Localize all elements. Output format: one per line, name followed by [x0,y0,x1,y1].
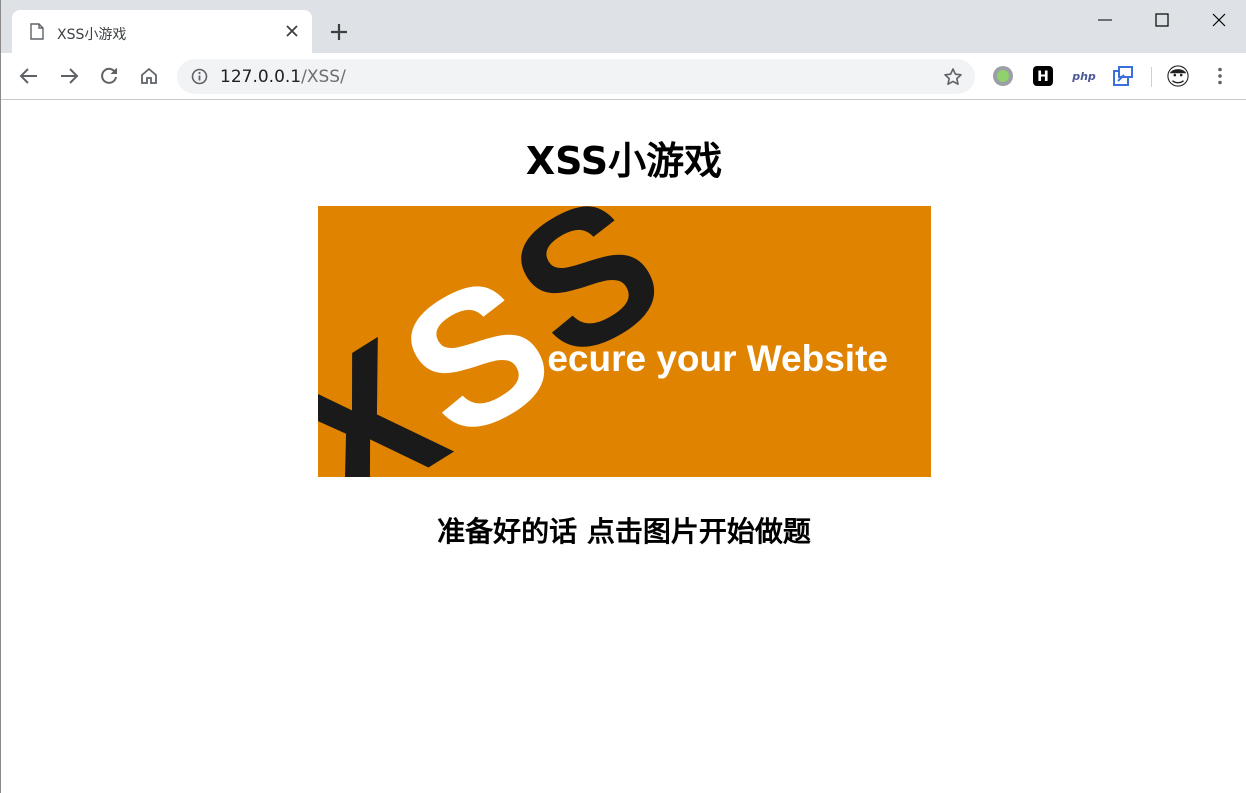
maximize-button[interactable] [1133,0,1190,38]
php-icon-label: php [1071,70,1096,83]
h-icon[interactable]: H [1032,65,1054,87]
menu-icon[interactable] [1209,65,1231,87]
url-host: 127.0.0.1 [220,67,302,87]
url-text[interactable]: 127.0.0.1/XSS/ [220,67,346,87]
window-close-icon [1212,13,1226,27]
tab-strip: XSS小游戏 [1,0,1246,53]
avatar-icon[interactable] [1167,65,1189,87]
new-tab-icon[interactable] [329,22,349,42]
close-tab-icon[interactable] [284,23,300,39]
toolbar-separator [1151,67,1152,87]
tab-icon[interactable] [1112,65,1134,87]
reload-icon[interactable] [98,65,120,87]
minimize-icon [1098,19,1112,21]
url-path: /XSS/ [301,67,346,87]
xss-banner-image[interactable]: X S S ecure your Website [318,206,931,477]
banner-slogan: ecure your Website [547,338,888,379]
bookmark-star-icon[interactable] [943,67,963,87]
browser-toolbar: 127.0.0.1/XSS/ H php [1,53,1246,100]
php-icon[interactable]: php [1070,65,1098,87]
maximize-icon [1155,13,1169,27]
page-icon [30,23,44,40]
window-close-button[interactable] [1190,0,1246,38]
back-icon[interactable] [18,65,40,87]
forward-icon[interactable] [58,65,80,87]
start-instruction: 准备好的话 点击图片开始做题 [437,515,811,548]
h-icon-label: H [1037,69,1049,85]
page-title: XSS小游戏 [525,139,723,183]
tab-title: XSS小游戏 [57,27,127,43]
active-tab[interactable]: XSS小游戏 [12,10,312,53]
address-bar[interactable]: 127.0.0.1/XSS/ [177,59,975,94]
info-icon[interactable] [191,68,208,85]
browser-window: XSS小游戏 127.0.0.1/XSS/ H php XSS小游戏 X S S… [0,0,1246,793]
home-icon[interactable] [138,65,160,87]
green-dot-icon[interactable] [992,65,1014,87]
minimize-button[interactable] [1076,0,1133,38]
